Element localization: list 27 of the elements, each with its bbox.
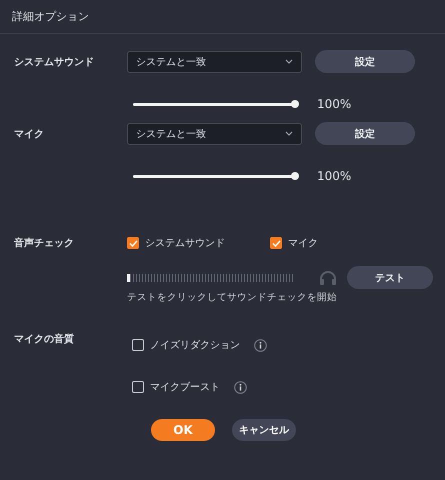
setting-label: マイク bbox=[14, 128, 45, 140]
dialog-title: 詳細オプション bbox=[12, 9, 89, 24]
chevron-down-icon bbox=[285, 131, 293, 136]
checkbox[interactable] bbox=[127, 237, 139, 249]
info-icon[interactable] bbox=[234, 380, 247, 394]
setting-label: システムサウンド bbox=[14, 56, 95, 68]
hint-text: テストをクリックしてサウンドチェックを開始 bbox=[127, 291, 337, 304]
cancel-button[interactable]: キャンセル bbox=[232, 419, 296, 441]
volume-reading: 100% bbox=[317, 169, 352, 183]
chevron-down-icon bbox=[285, 59, 293, 64]
checkbox[interactable] bbox=[270, 237, 282, 249]
checkbox-label: マイク bbox=[288, 237, 318, 250]
checkbox-label: ノイズリダクション bbox=[150, 339, 240, 352]
checkbox-label: マイクブースト bbox=[150, 380, 220, 394]
device-dropdown[interactable]: システムと一致 bbox=[127, 50, 302, 72]
settings-button[interactable]: 設定 bbox=[315, 122, 415, 145]
setting-label: 音声チェック bbox=[14, 236, 75, 250]
setting-label: マイクの音質 bbox=[14, 332, 75, 346]
info-icon[interactable] bbox=[254, 338, 267, 352]
device-dropdown[interactable]: システムと一致 bbox=[127, 122, 302, 144]
checkbox[interactable] bbox=[132, 381, 144, 393]
volume-reading: 100% bbox=[317, 97, 352, 111]
checkbox-label: システムサウンド bbox=[145, 237, 225, 250]
checkbox[interactable] bbox=[132, 339, 144, 351]
headphones-icon bbox=[319, 270, 337, 286]
test-button[interactable]: テスト bbox=[347, 266, 433, 289]
settings-button[interactable]: 設定 bbox=[315, 50, 415, 73]
